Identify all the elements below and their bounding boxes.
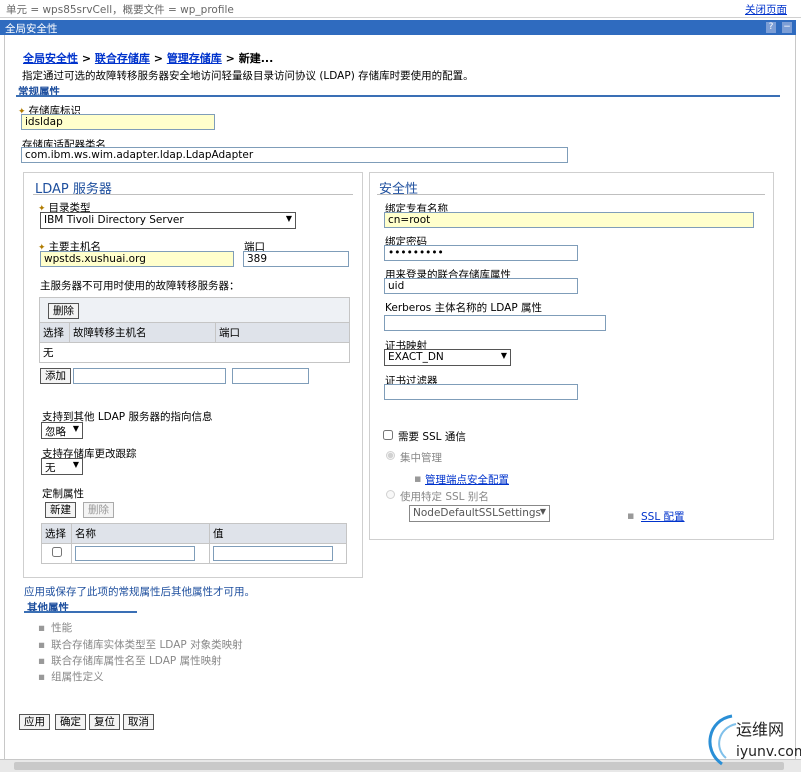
breadcrumb-federated-repositories[interactable]: 联合存储库 — [95, 52, 150, 65]
referral-select[interactable]: 忽略 ▼ — [41, 422, 83, 439]
section-divider — [16, 95, 780, 97]
breadcrumb-manage-repositories[interactable]: 管理存储库 — [167, 52, 222, 65]
watermark: 运维网 iyunv.com — [700, 710, 801, 768]
dir-type-select[interactable]: IBM Tivoli Directory Server ▼ — [40, 212, 296, 229]
right-border — [795, 35, 796, 760]
kerberos-input[interactable] — [384, 315, 606, 331]
col-failover-host: 故障转移主机名 — [69, 322, 216, 343]
breadcrumb: 全局安全性 > 联合存储库 > 管理存储库 > 新建... — [23, 52, 274, 65]
bullet-icon: ▪ — [414, 472, 422, 485]
kerberos-label: Kerberos 主体名称的 LDAP 属性 — [385, 302, 543, 314]
ok-button[interactable]: 确定 — [55, 714, 86, 730]
watermark-domain: iyunv.com — [736, 744, 801, 760]
custom-delete-button[interactable]: 删除 — [83, 502, 114, 518]
failover-table: 选择 故障转移主机名 端口 无 — [39, 322, 350, 363]
additional-item: ▪ 组属性定义 — [38, 671, 104, 683]
left-border — [4, 35, 5, 760]
central-radio[interactable] — [386, 451, 395, 460]
bullet-icon: ▪ — [38, 639, 46, 651]
custom-new-button[interactable]: 新建 — [45, 502, 76, 518]
horizontal-scrollbar[interactable] — [0, 759, 801, 772]
bullet-icon: ▪ — [627, 509, 635, 522]
watermark-logo-icon — [708, 714, 737, 766]
cancel-button[interactable]: 取消 — [123, 714, 154, 730]
ssl-config-link[interactable]: SSL 配置 — [641, 509, 685, 524]
chevron-down-icon: ▼ — [500, 351, 507, 360]
custom-value-input[interactable] — [213, 546, 333, 561]
cert-filter-input[interactable] — [384, 384, 578, 400]
chevron-down-icon: ▼ — [72, 424, 79, 433]
ssl-checkbox[interactable] — [383, 430, 393, 440]
custom-props-table: 选择 名称 值 — [41, 523, 347, 564]
col-port: 端口 — [215, 322, 350, 343]
failover-add-button[interactable]: 添加 — [40, 368, 71, 384]
col-value: 值 — [209, 523, 347, 544]
additional-item: ▪ 联合存储库实体类型至 LDAP 对象类映射 — [38, 639, 243, 651]
portlet-titlebar: 全局安全性 ? − — [0, 20, 796, 35]
specific-alias-label: 使用特定 SSL 别名 — [400, 491, 489, 503]
adapter-input[interactable] — [21, 147, 568, 163]
endpoint-security-link[interactable]: 管理端点安全配置 — [425, 472, 509, 487]
specific-alias-radio[interactable] — [386, 490, 395, 499]
col-select: 选择 — [41, 523, 72, 544]
login-attr-input[interactable] — [384, 278, 578, 294]
chevron-down-icon: ▼ — [539, 507, 546, 516]
context-text: 单元 = wps85srvCell，概要文件 = wp_profile — [6, 4, 234, 16]
apply-button[interactable]: 应用 — [19, 714, 50, 730]
availability-note: 应用或保存了此项的常规属性后其他属性才可用。 — [24, 586, 255, 598]
ssl-alias-select[interactable]: NodeDefaultSSLSettings ▼ — [409, 505, 550, 522]
failover-port-input[interactable] — [232, 368, 309, 384]
col-name: 名称 — [71, 523, 210, 544]
failover-delete-button[interactable]: 删除 — [48, 303, 79, 319]
bullet-icon: ▪ — [38, 671, 46, 683]
bind-dn-input[interactable] — [384, 212, 754, 228]
col-select: 选择 — [39, 322, 70, 343]
repo-id-input[interactable] — [21, 114, 215, 130]
page-description: 指定通过可选的故障转移服务器安全地访问轻量级目录访问协议 (LDAP) 存储库时… — [22, 70, 474, 82]
port-input[interactable] — [243, 251, 349, 267]
bullet-icon: ▪ — [38, 655, 46, 667]
additional-item: ▪ 性能 — [38, 622, 73, 634]
custom-props-label: 定制属性 — [42, 488, 84, 500]
breadcrumb-current: 新建... — [238, 52, 274, 65]
help-icon[interactable]: ? — [766, 22, 776, 33]
scrollbar-thumb[interactable] — [14, 762, 784, 770]
empty-row: 无 — [39, 342, 350, 363]
custom-name-input[interactable] — [75, 546, 195, 561]
breadcrumb-global-security[interactable]: 全局安全性 — [23, 52, 78, 65]
cert-map-select[interactable]: EXACT_DN ▼ — [384, 349, 511, 366]
ssl-label: 需要 SSL 通信 — [398, 431, 466, 443]
row-checkbox[interactable] — [51, 547, 62, 557]
failover-label: 主服务器不可用时使用的故障转移服务器： — [40, 280, 240, 292]
context-bar: 单元 = wps85srvCell，概要文件 = wp_profile 关闭页面 — [0, 0, 801, 18]
reset-button[interactable]: 复位 — [89, 714, 120, 730]
additional-item: ▪ 联合存储库属性名至 LDAP 属性映射 — [38, 655, 222, 667]
chevron-down-icon: ▼ — [72, 460, 79, 469]
chevron-down-icon: ▼ — [285, 214, 292, 223]
central-label: 集中管理 — [400, 452, 442, 464]
close-page-link[interactable]: 关闭页面 — [745, 2, 787, 17]
watermark-brand: 运维网 — [736, 720, 785, 739]
minimize-icon[interactable]: − — [782, 22, 792, 33]
host-input[interactable] — [40, 251, 234, 267]
failover-host-input[interactable] — [73, 368, 226, 384]
portlet-title: 全局安全性 — [5, 23, 58, 35]
changelog-select[interactable]: 无 ▼ — [41, 458, 83, 475]
bullet-icon: ▪ — [38, 622, 46, 634]
bind-password-input[interactable] — [384, 245, 578, 261]
